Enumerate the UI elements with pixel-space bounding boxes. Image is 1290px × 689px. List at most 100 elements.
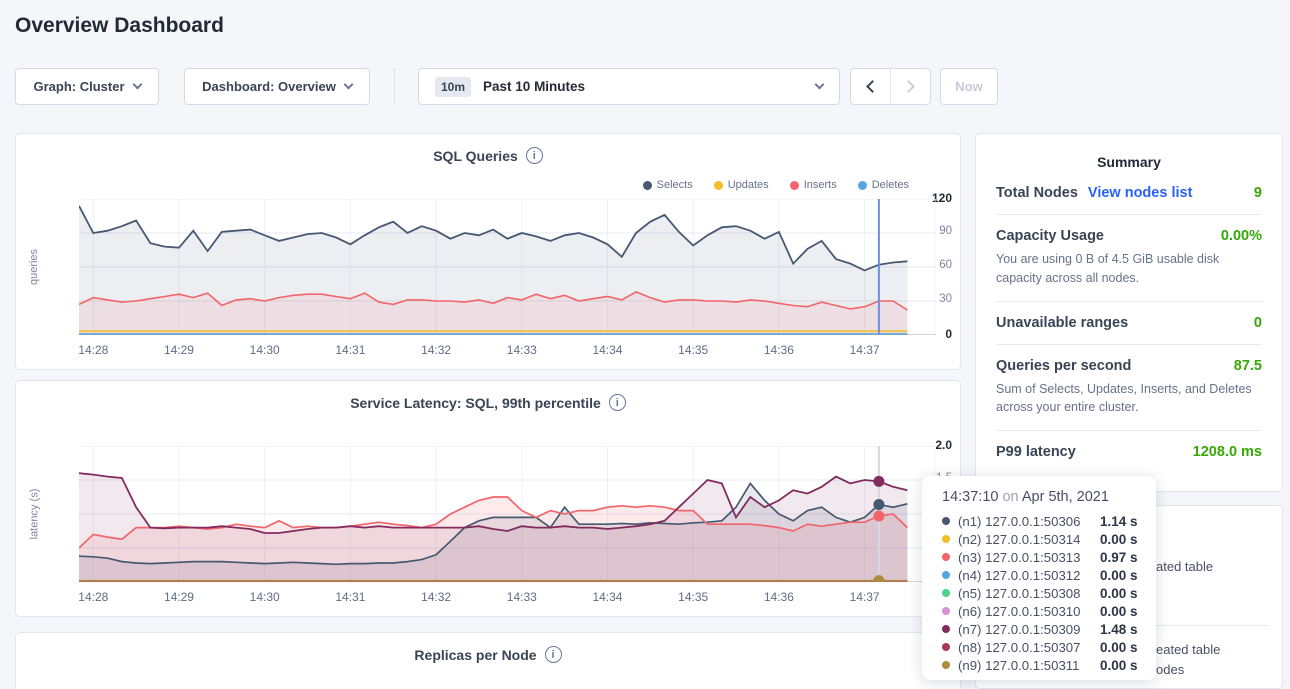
x-axis-tick: 14:32: [411, 590, 461, 604]
tooltip-node-value: 1.14 s: [1100, 514, 1138, 529]
tooltip-node-row: (n6) 127.0.0.1:503100.00 s: [942, 602, 1156, 620]
events-divider: [1156, 625, 1268, 626]
dashboard-dropdown[interactable]: Dashboard: Overview: [184, 68, 370, 105]
time-range-label: Past 10 Minutes: [483, 79, 585, 94]
tooltip-node-row: (n2) 127.0.0.1:503140.00 s: [942, 530, 1156, 548]
chart-title: SQL Queries: [16, 147, 960, 164]
summary-value: 87.5: [1234, 358, 1262, 374]
toolbar-divider: [394, 68, 395, 105]
summary-description: Sum of Selects, Updates, Inserts, and De…: [996, 380, 1262, 418]
x-axis-tick: 14:34: [582, 590, 632, 604]
x-axis-tick: 14:37: [840, 590, 890, 604]
x-axis-tick: 14:28: [68, 590, 118, 604]
time-range-dropdown[interactable]: 10m Past 10 Minutes: [418, 68, 840, 105]
chevron-down-icon: [815, 80, 825, 90]
legend-item-updates[interactable]: Updates: [714, 179, 769, 191]
sql-queries-plot[interactable]: [79, 199, 936, 335]
legend-item-deletes[interactable]: Deletes: [858, 179, 909, 191]
tooltip-date: Apr 5th, 2021: [1022, 489, 1109, 505]
x-axis-tick: 14:35: [668, 343, 718, 357]
x-axis-tick: 14:29: [154, 343, 204, 357]
tooltip-timestamp: 14:37:10 on Apr 5th, 2021: [942, 489, 1156, 505]
x-axis-tick: 14:30: [240, 343, 290, 357]
tooltip-node-row: (n4) 127.0.0.1:503120.00 s: [942, 566, 1156, 584]
info-icon[interactable]: [609, 394, 626, 411]
chevron-down-icon: [343, 80, 353, 90]
now-button[interactable]: Now: [940, 68, 998, 105]
x-axis-tick: 14:30: [240, 590, 290, 604]
summary-label: Unavailable ranges: [996, 315, 1128, 331]
tooltip-node-row: (n8) 127.0.0.1:503070.00 s: [942, 638, 1156, 656]
series-color-dot: [942, 517, 950, 525]
graph-dropdown-label: Graph: Cluster: [33, 79, 124, 94]
legend-dot: [714, 181, 723, 190]
graph-dropdown[interactable]: Graph: Cluster: [15, 68, 159, 105]
x-axis-tick: 14:29: [154, 590, 204, 604]
service-latency-plot[interactable]: [79, 446, 936, 582]
chevron-right-icon: [902, 80, 915, 93]
x-axis-tick: 14:32: [411, 343, 461, 357]
series-color-dot: [942, 553, 950, 561]
summary-label: Capacity Usage: [996, 228, 1104, 244]
info-icon[interactable]: [545, 646, 562, 663]
x-axis-tick: 14:33: [497, 343, 547, 357]
chart-title-text: Replicas per Node: [414, 647, 536, 663]
x-axis-tick: 14:31: [325, 590, 375, 604]
time-range-badge: 10m: [435, 77, 471, 97]
series-color-dot: [942, 607, 950, 615]
series-color-dot: [942, 571, 950, 579]
legend-item-selects[interactable]: Selects: [643, 179, 693, 191]
event-item-fragment: odes: [1156, 662, 1184, 677]
tooltip-node-value: 1.48 s: [1100, 622, 1138, 637]
summary-label: P99 latency: [996, 444, 1076, 460]
tooltip-node-value: 0.00 s: [1100, 640, 1138, 655]
time-step-buttons: [850, 68, 931, 105]
tooltip-node-row: (n7) 127.0.0.1:503091.48 s: [942, 620, 1156, 638]
series-color-dot: [942, 625, 950, 633]
summary-row-queries-per-second: Queries per second 87.5 Sum of Selects, …: [996, 345, 1262, 432]
x-axis-tick: 14:36: [754, 590, 804, 604]
tooltip-node-address: (n5) 127.0.0.1:50308: [958, 586, 1100, 601]
tooltip-node-address: (n7) 127.0.0.1:50309: [958, 622, 1100, 637]
tooltip-on: on: [1002, 489, 1018, 505]
toolbar: Graph: Cluster Dashboard: Overview 10m P…: [0, 68, 1290, 105]
tooltip-node-value: 0.00 s: [1100, 532, 1138, 547]
view-nodes-list-link[interactable]: View nodes list: [1088, 185, 1193, 201]
summary-title: Summary: [996, 150, 1262, 172]
tooltip-node-value: 0.00 s: [1100, 586, 1138, 601]
summary-value: 0.00%: [1221, 228, 1262, 244]
legend-item-inserts[interactable]: Inserts: [790, 179, 837, 191]
tooltip-node-row: (n1) 127.0.0.1:503061.14 s: [942, 512, 1156, 530]
sql-queries-chart-card: SQL Queries Selects Updates Inserts Deletes…: [15, 133, 961, 370]
tooltip-node-value: 0.00 s: [1100, 604, 1138, 619]
chart-title-text: Service Latency: SQL, 99th percentile: [350, 395, 601, 411]
summary-row-capacity-usage: Capacity Usage 0.00% You are using 0 B o…: [996, 215, 1262, 302]
summary-row-p99-latency: P99 latency 1208.0 ms: [996, 431, 1262, 473]
summary-description: You are using 0 B of 4.5 GiB usable disk…: [996, 250, 1262, 288]
summary-panel: Summary Total Nodes View nodes list 9 Ca…: [975, 133, 1283, 492]
tooltip-node-address: (n1) 127.0.0.1:50306: [958, 514, 1100, 529]
x-axis-tick: 14:33: [497, 590, 547, 604]
dashboard-dropdown-label: Dashboard: Overview: [202, 79, 336, 94]
legend-label: Deletes: [872, 179, 909, 191]
summary-label: Queries per second: [996, 358, 1131, 374]
chart-title: Service Latency: SQL, 99th percentile: [16, 394, 960, 411]
info-icon[interactable]: [526, 147, 543, 164]
tooltip-rows: (n1) 127.0.0.1:503061.14 s(n2) 127.0.0.1…: [942, 512, 1156, 674]
time-prev-button[interactable]: [851, 69, 890, 104]
series-color-dot: [942, 589, 950, 597]
chart-title: Replicas per Node: [16, 646, 960, 663]
legend-label: Inserts: [804, 179, 837, 191]
x-axis-tick: 14:36: [754, 343, 804, 357]
tooltip-node-row: (n9) 127.0.0.1:503110.00 s: [942, 656, 1156, 674]
tooltip-node-value: 0.97 s: [1100, 550, 1138, 565]
chevron-left-icon: [866, 80, 879, 93]
chart-hover-tooltip: 14:37:10 on Apr 5th, 2021 (n1) 127.0.0.1…: [922, 476, 1156, 680]
series-color-dot: [942, 661, 950, 669]
time-next-button[interactable]: [890, 69, 930, 104]
summary-value: 9: [1254, 185, 1262, 201]
tooltip-time: 14:37:10: [942, 489, 998, 505]
chart-legend: Selects Updates Inserts Deletes: [643, 179, 909, 191]
chevron-down-icon: [132, 80, 142, 90]
tooltip-node-address: (n8) 127.0.0.1:50307: [958, 640, 1100, 655]
